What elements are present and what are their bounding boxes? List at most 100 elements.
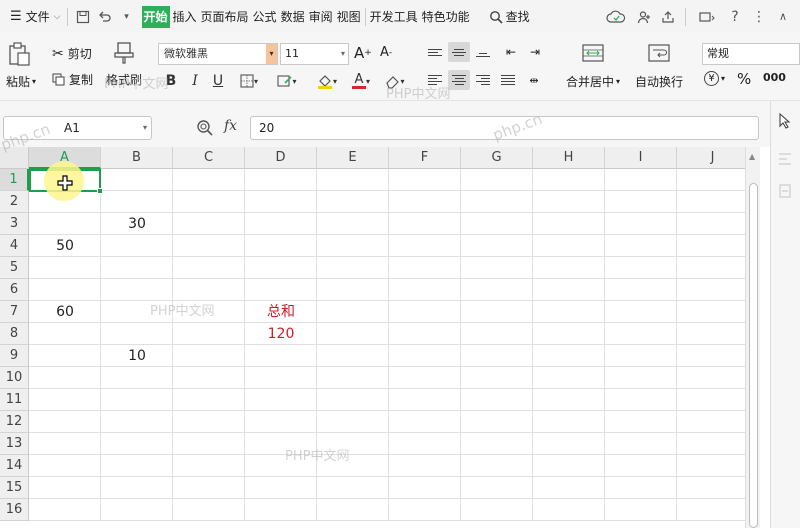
row-header-4[interactable]: 4 xyxy=(0,235,29,257)
font-name-value: 微软雅黑 xyxy=(164,47,208,60)
number-format-select[interactable]: 常规 xyxy=(702,43,800,65)
column-header-h[interactable]: H xyxy=(533,147,605,169)
format-panel-icon[interactable] xyxy=(777,151,793,167)
tab-developer[interactable]: 开发工具 xyxy=(369,6,419,28)
column-header-b[interactable]: B xyxy=(101,147,173,169)
borders-button[interactable]: ▾ xyxy=(232,70,266,92)
merge-center-button[interactable]: 合并居中 ▾ xyxy=(566,43,620,90)
align-bottom-button[interactable] xyxy=(472,42,494,62)
insert-function-button[interactable]: fx xyxy=(224,118,237,134)
vertical-scrollbar[interactable]: ▲ xyxy=(745,147,760,528)
column-header-d[interactable]: D xyxy=(245,147,317,169)
column-header-f[interactable]: F xyxy=(389,147,461,169)
increase-indent-button[interactable]: ⇥ xyxy=(524,42,546,62)
row-header-13[interactable]: 13 xyxy=(0,433,29,455)
formula-input[interactable]: 20 xyxy=(250,116,759,140)
cell-b3[interactable]: 30 xyxy=(101,213,173,235)
increase-font-size-button[interactable]: A + xyxy=(354,44,372,62)
search-button[interactable]: 查找 xyxy=(487,5,532,29)
font-size-select[interactable]: 11 ▾ xyxy=(280,43,349,65)
cell-d7[interactable]: 总和 xyxy=(245,301,317,323)
tab-insert[interactable]: 插入 xyxy=(172,6,198,28)
font-color-button[interactable]: A ▾ xyxy=(346,70,376,92)
clear-format-button[interactable]: ▾ xyxy=(380,70,410,92)
wrap-text-button[interactable]: 自动换行 xyxy=(635,43,683,90)
cell-style-button[interactable]: ▾ xyxy=(270,70,304,92)
row-header-1[interactable]: 1 xyxy=(0,169,29,191)
align-top-button[interactable] xyxy=(424,42,446,62)
row-header-16[interactable]: 16 xyxy=(0,499,29,521)
toolbar-settings-icon[interactable] xyxy=(692,6,722,28)
cell-a4[interactable]: 50 xyxy=(29,235,101,257)
cell-d8[interactable]: 120 xyxy=(245,323,317,345)
row-header-9[interactable]: 9 xyxy=(0,345,29,367)
decrease-indent-button[interactable]: ⇤ xyxy=(500,42,522,62)
bold-button[interactable]: B xyxy=(160,70,182,92)
row-header-6[interactable]: 6 xyxy=(0,279,29,301)
row-header-12[interactable]: 12 xyxy=(0,411,29,433)
file-menu[interactable]: ☰ 文件 ⌵ xyxy=(0,5,63,29)
column-header-g[interactable]: G xyxy=(461,147,533,169)
row-header-3[interactable]: 3 xyxy=(0,213,29,235)
row-header-5[interactable]: 5 xyxy=(0,257,29,279)
font-name-select[interactable]: 微软雅黑 ▾ xyxy=(158,43,278,65)
collaborate-icon[interactable] xyxy=(633,6,655,28)
row-header-14[interactable]: 14 xyxy=(0,455,29,477)
cell-a7[interactable]: 60 xyxy=(29,301,101,323)
zoom-icon[interactable] xyxy=(196,119,214,137)
merge-center-label: 合并居中 xyxy=(566,75,615,89)
column-header-i[interactable]: I xyxy=(605,147,677,169)
align-center-button[interactable] xyxy=(448,70,470,90)
quick-access-more-icon[interactable]: ▾ xyxy=(116,6,138,28)
italic-button[interactable]: I xyxy=(184,70,206,92)
align-right-button[interactable] xyxy=(472,70,494,90)
row-header-7[interactable]: 7 xyxy=(0,301,29,323)
tab-special-features[interactable]: 特色功能 xyxy=(421,6,471,28)
select-pointer-icon[interactable] xyxy=(778,113,792,129)
column-header-c[interactable]: C xyxy=(173,147,245,169)
undo-icon[interactable] xyxy=(94,6,116,28)
more-options-icon[interactable]: ⋮ xyxy=(748,6,770,28)
column-header-e[interactable]: E xyxy=(317,147,389,169)
cell-b9[interactable]: 10 xyxy=(101,345,173,367)
backup-panel-icon[interactable] xyxy=(777,183,793,199)
tab-data[interactable]: 数据 xyxy=(280,6,306,28)
underline-button[interactable]: U xyxy=(207,70,229,92)
worksheet-grid[interactable]: ABCDEFGHIJ 1 2 3 4 5 6 7 8 9 10 11 12 13 14 15 16 30 50 6… xyxy=(0,147,745,528)
currency-icon: ¥ xyxy=(704,71,719,86)
decrease-font-size-button[interactable]: A- xyxy=(380,45,392,60)
save-icon[interactable] xyxy=(72,6,94,28)
fill-handle[interactable] xyxy=(97,188,103,194)
row-header-2[interactable]: 2 xyxy=(0,191,29,213)
row-header-8[interactable]: 8 xyxy=(0,323,29,345)
scroll-up-icon[interactable]: ▲ xyxy=(749,152,755,161)
row-header-15[interactable]: 15 xyxy=(0,477,29,499)
tab-page-layout[interactable]: 页面布局 xyxy=(200,6,250,28)
tab-review[interactable]: 审阅 xyxy=(308,6,334,28)
currency-format-button[interactable]: ¥ ▾ xyxy=(704,71,725,86)
fill-color-button[interactable]: ▾ xyxy=(310,70,344,92)
paste-button[interactable]: 粘贴 ▾ xyxy=(6,41,36,90)
tab-home[interactable]: 开始 xyxy=(141,5,170,28)
distributed-align-button[interactable]: ⇹ xyxy=(523,70,545,90)
thousands-separator-button[interactable]: 000 xyxy=(763,71,786,84)
align-middle-button[interactable] xyxy=(448,42,470,62)
copy-button[interactable]: 复制 xyxy=(52,71,93,88)
align-left-button[interactable] xyxy=(424,70,446,90)
cut-button[interactable]: ✂ 剪切 xyxy=(52,45,92,62)
scrollbar-thumb[interactable] xyxy=(749,183,758,528)
column-header-j[interactable]: J xyxy=(677,147,745,169)
collapse-ribbon-icon[interactable]: ∧ xyxy=(772,6,794,28)
select-all-corner[interactable] xyxy=(0,147,29,169)
format-painter-button[interactable]: 格式刷 xyxy=(106,41,142,88)
cloud-sync-icon[interactable] xyxy=(601,6,631,28)
row-header-11[interactable]: 11 xyxy=(0,389,29,411)
help-icon[interactable]: ? xyxy=(724,6,746,28)
name-box[interactable]: A1 ▾ xyxy=(3,116,152,140)
share-icon[interactable] xyxy=(657,6,679,28)
row-header-10[interactable]: 10 xyxy=(0,367,29,389)
justify-button[interactable] xyxy=(497,70,519,90)
percent-format-button[interactable]: % xyxy=(737,70,751,88)
tab-view[interactable]: 视图 xyxy=(336,6,362,28)
tab-formulas[interactable]: 公式 xyxy=(252,6,278,28)
